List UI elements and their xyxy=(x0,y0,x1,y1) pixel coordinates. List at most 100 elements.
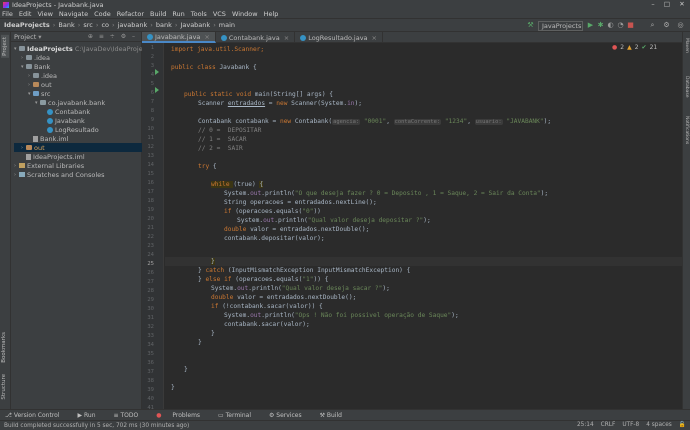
maximize-button[interactable]: □ xyxy=(660,0,674,9)
file-encoding[interactable]: UTF-8 xyxy=(622,422,639,428)
code-line: try { xyxy=(198,163,217,170)
run-class-icon[interactable] xyxy=(155,69,159,75)
minimize-button[interactable]: – xyxy=(646,0,660,9)
tree-item-ideaprojects-iml[interactable]: IdeaProjects.iml xyxy=(26,152,85,161)
tree-item-bank-out[interactable]: › out xyxy=(28,80,52,89)
menu-file[interactable]: File xyxy=(2,10,13,18)
menu-run[interactable]: Run xyxy=(172,10,184,18)
menu-window[interactable]: Window xyxy=(232,10,258,18)
code-line: if (!contabank.sacar(valor)) { xyxy=(211,303,323,310)
crumb-co[interactable]: co xyxy=(101,21,109,29)
menu-code[interactable]: Code xyxy=(94,10,111,18)
status-message[interactable]: Build completed successfully in 5 sec, 7… xyxy=(4,423,189,429)
tool-tab-structure[interactable]: Structure xyxy=(1,374,7,400)
tree-item-package[interactable]: ▾ co.javabank.bank xyxy=(35,98,105,107)
tree-item-idea[interactable]: › .idea xyxy=(21,53,50,62)
tree-item-scratches[interactable]: › Scratches and Consoles xyxy=(14,170,105,179)
indent-setting[interactable]: 4 spaces xyxy=(646,422,672,428)
tab-contabank[interactable]: Contabank.java × xyxy=(216,32,296,43)
warning-count: 2 xyxy=(634,44,639,51)
tree-item-javabank[interactable]: Javabank xyxy=(47,116,85,125)
profile-icon[interactable]: ◔ xyxy=(616,21,625,30)
tab-logresultado[interactable]: LogResultado.java × xyxy=(295,32,383,43)
tool-todo[interactable]: ≡ TODO xyxy=(114,412,148,419)
menu-tools[interactable]: Tools xyxy=(191,10,207,18)
project-header-icons[interactable]: ⊕ ≡ ÷ ⚙ – xyxy=(88,33,137,40)
settings-icon[interactable]: ⚙ xyxy=(662,21,671,30)
line-number: 36 xyxy=(147,360,154,366)
inspection-widget[interactable]: ● 2 ▲ 2 ✔ 21 xyxy=(612,44,657,51)
crumb-bank[interactable]: Bank xyxy=(58,21,74,29)
tool-build[interactable]: ⚒ Build xyxy=(320,412,351,419)
close-icon[interactable]: × xyxy=(204,33,209,41)
tool-tab-notifications[interactable]: Notifications xyxy=(684,116,689,144)
menu-edit[interactable]: Edit xyxy=(19,10,32,18)
breadcrumb: IdeaProjects › Bank › src › co › javabank › b… xyxy=(0,18,690,32)
tool-tab-database[interactable]: Database xyxy=(684,76,689,97)
tree-item-logresultado[interactable]: LogResultado xyxy=(47,125,99,134)
menu-build[interactable]: Build xyxy=(150,10,166,18)
menu-help[interactable]: Help xyxy=(264,10,279,18)
menu-vcs[interactable]: VCS xyxy=(213,10,226,18)
line-number: 20 xyxy=(147,216,154,222)
code-line: } xyxy=(211,330,215,337)
caret-position[interactable]: 25:14 xyxy=(577,422,594,428)
tree-item-out[interactable]: › out xyxy=(14,143,142,152)
hammer-icon[interactable]: ⚒ xyxy=(526,21,535,30)
tree-item-contabank[interactable]: Contabank xyxy=(47,107,90,116)
tool-problems[interactable]: ● Problems xyxy=(156,412,209,419)
run-icon[interactable]: ▶ xyxy=(586,21,595,30)
crumb-src[interactable]: src xyxy=(83,21,93,29)
code-comment: // 1 = SACAR xyxy=(198,136,247,143)
editor-gutter[interactable]: 1 2 3 4 5 6 7 8 9 10 11 12 13 14 15 16 17 18 19 20 21 22 23 24 2… xyxy=(142,43,164,411)
crumb-bank-pkg[interactable]: bank xyxy=(156,21,172,29)
code-editor[interactable]: import java.util.Scanner; public class J… xyxy=(165,43,682,409)
line-number: 11 xyxy=(147,135,154,141)
menu-navigate[interactable]: Navigate xyxy=(59,10,88,18)
line-number: 16 xyxy=(147,180,154,186)
close-button[interactable]: ✕ xyxy=(675,0,689,9)
code-line: System.out.println("Ops ! Não foi possiv… xyxy=(224,312,459,319)
project-view-select[interactable]: Project xyxy=(14,33,36,41)
line-number: 12 xyxy=(147,144,154,150)
line-number: 32 xyxy=(147,324,154,330)
tool-tab-bookmarks[interactable]: Bookmarks xyxy=(1,332,7,363)
run-configuration-select[interactable]: JavaProjects xyxy=(538,21,583,31)
crumb-ideaprojects[interactable]: IdeaProjects xyxy=(4,21,50,29)
weak-warning-icon: ✔ xyxy=(641,44,647,51)
iml-file-icon xyxy=(26,153,31,160)
debug-icon[interactable]: ✱ xyxy=(596,21,605,30)
stop-icon[interactable]: ■ xyxy=(626,21,635,30)
tree-item-external-libraries[interactable]: › External Libraries xyxy=(14,161,84,170)
close-icon[interactable]: × xyxy=(372,34,377,42)
bottom-tool-bar: ⎇ Version Control ▶ Run ≡ TODO ● Problem… xyxy=(0,409,690,420)
line-number: 40 xyxy=(147,396,154,402)
code-with-me-icon[interactable]: ◎ xyxy=(676,21,685,30)
close-icon[interactable]: × xyxy=(284,34,289,42)
crumb-javabank-class[interactable]: Javabank xyxy=(180,21,210,29)
crumb-main[interactable]: main xyxy=(219,21,235,29)
lock-icon[interactable]: 🔓 xyxy=(679,422,686,428)
tool-run[interactable]: ▶ Run xyxy=(78,412,105,419)
tree-item-src[interactable]: ▾ src xyxy=(28,89,51,98)
run-main-icon[interactable] xyxy=(155,87,159,93)
line-separator[interactable]: CRLF xyxy=(601,422,616,428)
tree-item-bank[interactable]: ▾ Bank xyxy=(21,62,50,71)
tool-version-control[interactable]: ⎇ Version Control xyxy=(5,412,69,419)
tool-tab-project[interactable]: Project xyxy=(1,35,9,58)
line-number: 6 xyxy=(150,90,154,96)
tool-services[interactable]: ⚙ Services xyxy=(269,412,311,419)
tree-item-ideaprojects[interactable]: ▾ IdeaProjects C:\JavaDev\IdeaProjects xyxy=(14,44,152,53)
tool-tab-maven[interactable]: Maven xyxy=(684,38,689,53)
crumb-javabank[interactable]: javabank xyxy=(118,21,148,29)
coverage-icon[interactable]: ◐ xyxy=(606,21,615,30)
tree-item-bank-iml[interactable]: Bank.iml xyxy=(33,134,68,143)
tab-javabank[interactable]: Javabank.java × xyxy=(142,32,216,43)
tool-terminal[interactable]: ▭ Terminal xyxy=(218,412,260,419)
menu-view[interactable]: View xyxy=(37,10,52,18)
search-icon[interactable]: ⌕ xyxy=(648,21,657,30)
tree-item-bank-idea[interactable]: › .idea xyxy=(28,71,57,80)
class-icon xyxy=(47,108,53,115)
source-folder-icon xyxy=(33,91,39,96)
menu-refactor[interactable]: Refactor xyxy=(117,10,144,18)
